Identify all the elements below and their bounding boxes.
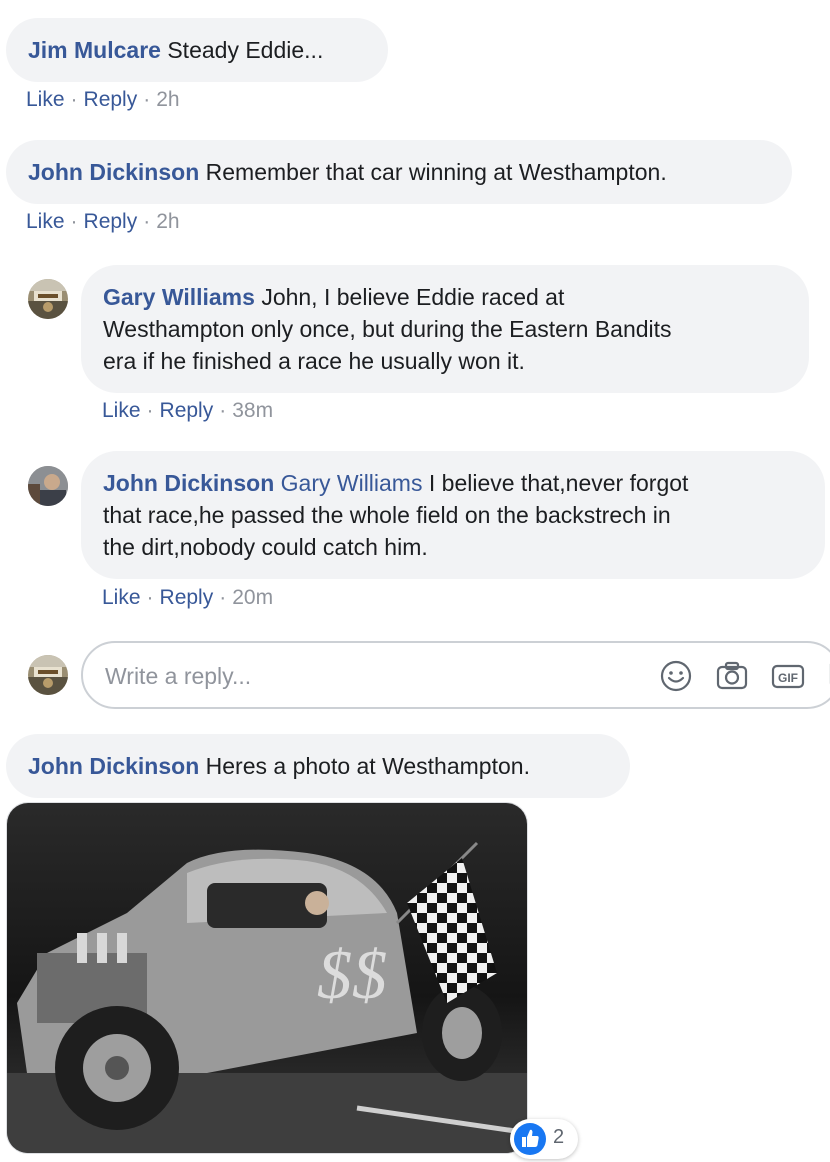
reply-bubble: John Dickinson Gary Williams I believe t… — [81, 451, 825, 579]
reply-author[interactable]: Gary Williams — [103, 284, 255, 310]
reply-bubble: Gary Williams John, I believe Eddie race… — [81, 265, 809, 393]
reply-link[interactable]: Reply — [160, 586, 214, 609]
comment-actions: Like · Reply · 2h — [26, 88, 180, 111]
reply-text-line: the dirt,nobody could catch him. — [103, 534, 428, 560]
reaction-count: 2 — [553, 1126, 565, 1148]
comment-photo[interactable]: $$ — [6, 802, 528, 1154]
like-link[interactable]: Like — [102, 399, 141, 422]
reply-link[interactable]: Reply — [84, 88, 138, 111]
reply-actions: Like · Reply · 20m — [102, 586, 274, 609]
reaction-summary[interactable]: 2 — [510, 1119, 578, 1159]
reply-author[interactable]: John Dickinson — [103, 470, 274, 496]
comment-time[interactable]: 2h — [156, 88, 179, 111]
gif-icon[interactable]: GIF — [771, 659, 805, 693]
comment-author[interactable]: John Dickinson — [28, 753, 199, 779]
john-dickinson-avatar-icon — [28, 466, 68, 506]
reply-input[interactable] — [103, 659, 627, 693]
reply-text-line: that race,he passed the whole field on t… — [103, 502, 671, 528]
comment-time[interactable]: 2h — [156, 210, 179, 233]
comment-author[interactable]: Jim Mulcare — [28, 37, 161, 63]
reply-text-line: era if he finished a race he usually won… — [103, 348, 525, 374]
avatar[interactable] — [28, 466, 68, 506]
comment-text: Heres a photo at Westhampton. — [205, 753, 530, 779]
reply-time[interactable]: 38m — [232, 399, 273, 422]
reply-mention[interactable]: Gary Williams — [281, 470, 423, 496]
reply-link[interactable]: Reply — [160, 399, 214, 422]
svg-text:$$: $$ — [317, 937, 387, 1014]
avatar — [28, 655, 68, 695]
reply-actions: Like · Reply · 38m — [102, 399, 274, 422]
camera-icon[interactable] — [715, 659, 749, 693]
reply-text-line: John, I believe Eddie raced at — [261, 284, 565, 310]
comment-text: Remember that car winning at Westhampton… — [205, 159, 667, 185]
emoji-icon[interactable] — [659, 659, 693, 693]
reply-link[interactable]: Reply — [84, 210, 138, 233]
race-car-photo: $$ — [7, 803, 527, 1153]
like-link[interactable]: Like — [102, 586, 141, 609]
like-reaction-icon — [514, 1123, 546, 1155]
gary-williams-avatar-icon — [28, 279, 68, 319]
thumbs-up-icon — [522, 1129, 539, 1147]
comment-text: Steady Eddie... — [167, 37, 324, 63]
like-link[interactable]: Like — [26, 210, 65, 233]
comment-bubble: John Dickinson Remember that car winning… — [6, 140, 792, 204]
like-link[interactable]: Like — [26, 88, 65, 111]
svg-text:GIF: GIF — [778, 671, 798, 685]
current-user-avatar-icon — [28, 655, 68, 695]
avatar[interactable] — [28, 279, 68, 319]
comment-author[interactable]: John Dickinson — [28, 159, 199, 185]
reply-text-line: I believe that,never forgot — [428, 470, 689, 496]
reply-text-line: Westhampton only once, but during the Ea… — [103, 316, 672, 342]
comment-bubble: Jim Mulcare Steady Eddie... — [6, 18, 388, 82]
reply-time[interactable]: 20m — [232, 586, 273, 609]
reply-composer: GIF — [81, 641, 830, 709]
comment-actions: Like · Reply · 2h — [26, 210, 180, 233]
comment-bubble: John Dickinson Heres a photo at Westhamp… — [6, 734, 630, 798]
